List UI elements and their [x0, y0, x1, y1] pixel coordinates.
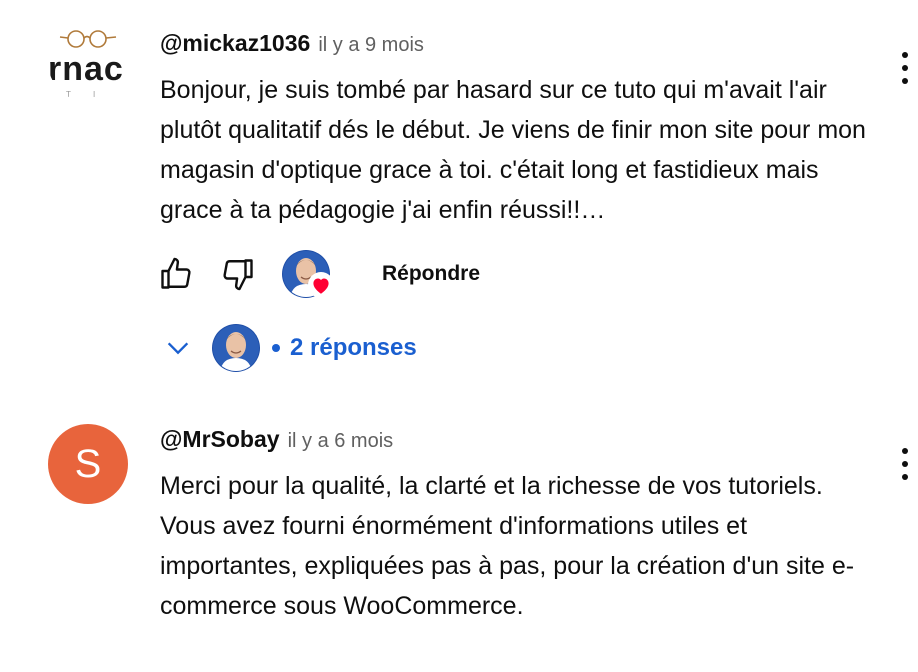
replies-count-label: 2 réponses: [290, 334, 417, 361]
like-button[interactable]: [156, 254, 196, 294]
kebab-dot: [902, 78, 908, 84]
creator-avatar: [212, 324, 260, 372]
comment-timestamp[interactable]: il y a 6 mois: [288, 430, 394, 453]
kebab-dot: [902, 474, 908, 480]
comment-text: Merci pour la qualité, la clarté et la r…: [160, 472, 855, 620]
heart-icon: [308, 272, 334, 298]
avatar-logo-text: rnac: [48, 50, 124, 88]
dislike-button[interactable]: [218, 254, 258, 294]
more-actions-button[interactable]: [894, 46, 918, 90]
comment-thread: S @MrSobay il y a 6 mois Merci pour la q…: [0, 410, 918, 672]
comment-header: @mickaz1036 il y a 9 mois: [160, 30, 424, 57]
chevron-down-icon: [167, 342, 189, 355]
comment-text: Bonjour, je suis tombé par hasard sur ce…: [160, 76, 866, 224]
kebab-menu-icon: [902, 448, 908, 454]
comment-author[interactable]: @MrSobay: [160, 426, 280, 453]
comment-timestamp[interactable]: il y a 9 mois: [318, 34, 424, 57]
avatar-letter: S: [74, 441, 102, 486]
comment-header: @MrSobay il y a 6 mois: [160, 426, 393, 453]
more-actions-button[interactable]: [894, 442, 918, 486]
avatar[interactable]: rnac T I O: [48, 22, 128, 102]
thumbs-up-icon: [161, 257, 191, 289]
glasses-logo-icon: [59, 30, 117, 48]
comment-thread: rnac T I O @mickaz1036 il y a 9 mois Bon…: [0, 0, 918, 390]
creator-heart-badge: [282, 250, 334, 298]
thumbs-down-icon: [223, 259, 253, 291]
reply-button[interactable]: Répondre: [382, 262, 480, 286]
comment-actions: Répondre: [156, 250, 480, 298]
comment-author[interactable]: @mickaz1036: [160, 30, 310, 57]
kebab-dot: [902, 461, 908, 467]
avatar[interactable]: S: [48, 424, 128, 504]
view-replies-button[interactable]: 2 réponses: [164, 322, 417, 374]
avatar-logo-subtext: T I O: [66, 90, 106, 102]
kebab-dot: [902, 65, 908, 71]
kebab-menu-icon: [902, 52, 908, 58]
bullet-separator: [272, 344, 280, 352]
